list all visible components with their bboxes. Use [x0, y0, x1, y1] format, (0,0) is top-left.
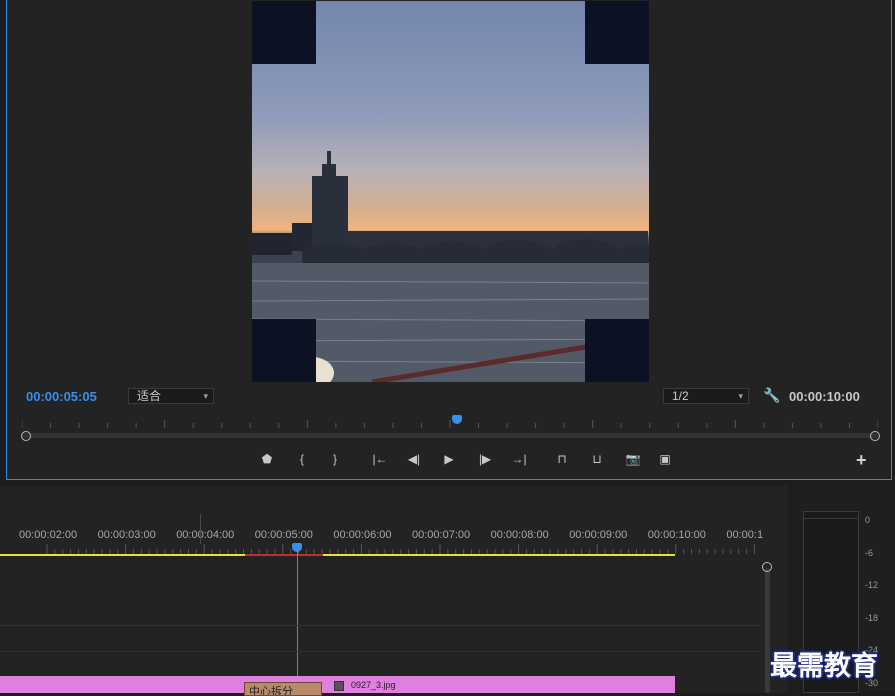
go-to-out-button[interactable]: →|: [510, 450, 528, 468]
scroll-top-handle[interactable]: [762, 562, 772, 572]
transition-crop-split[interactable]: 中心拆分: [244, 682, 322, 696]
ruler-label: 00:00:04:00: [176, 529, 235, 541]
ruler-label: 00:00:02:00: [19, 529, 78, 541]
db-scale-label: -18: [865, 612, 879, 623]
timeline-playhead-line: [297, 550, 298, 693]
mark-out-button[interactable]: }: [326, 450, 344, 468]
chevron-down-icon: ▾: [738, 391, 743, 401]
go-to-in-button[interactable]: |←: [371, 450, 389, 468]
watermark-logo: 最需教育: [770, 651, 878, 682]
ruler-label: 00:00:08:00: [490, 529, 549, 541]
step-forward-button[interactable]: |▶: [476, 450, 494, 468]
ruler-label: 00:00:07:00: [412, 529, 471, 541]
compare-view-icon: ▣: [659, 452, 671, 466]
transition-label: 中心拆分: [249, 686, 293, 696]
current-timecode[interactable]: 00:00:05:05: [26, 389, 97, 404]
peak-indicators: [803, 511, 859, 519]
crop-corner-bottom-right: [585, 319, 649, 382]
play-button[interactable]: ▶: [440, 450, 458, 468]
fx-badge-icon: [334, 681, 344, 691]
cursor-line: [200, 514, 201, 544]
go-to-in-icon: |←: [372, 452, 388, 466]
crop-corner-top-left: [252, 1, 316, 64]
mark-in-icon: {: [299, 452, 304, 466]
db-scale-label: -12: [865, 580, 879, 590]
playback-resolution-select[interactable]: 1/2 ▾: [663, 388, 749, 404]
ruler-label: 00:00:09:00: [569, 529, 628, 541]
scrub-bar[interactable]: [22, 433, 878, 438]
clip-name: 0927_3.jpg: [351, 680, 396, 690]
track-divider: [0, 625, 760, 626]
ruler-label: 00:00:05:00: [254, 529, 313, 541]
lift-button[interactable]: ⊓: [553, 450, 571, 468]
db-scale-label: -6: [865, 547, 874, 558]
ruler-label: 00:00:1: [726, 529, 764, 541]
compare-view-button[interactable]: ▣: [656, 450, 674, 468]
go-to-out-icon: →|: [511, 452, 527, 466]
render-bar: [245, 554, 323, 556]
extract-icon: ⊔: [592, 452, 602, 466]
add-marker-button[interactable]: ⬟: [258, 450, 276, 468]
step-back-button[interactable]: ◀|: [405, 450, 423, 468]
play-icon: ▶: [444, 452, 454, 466]
crop-corner-top-right: [585, 1, 649, 64]
lift-icon: ⊓: [557, 452, 567, 466]
resolution-value: 1/2: [672, 389, 689, 403]
add-marker-icon: ⬟: [261, 452, 273, 466]
mark-in-button[interactable]: {: [293, 450, 311, 468]
work-area-bar[interactable]: [0, 554, 675, 556]
mark-out-icon: }: [332, 452, 337, 466]
scrub-end-handle[interactable]: [870, 431, 880, 441]
mini-ruler: [21, 415, 879, 428]
wrench-icon[interactable]: 🔧: [763, 387, 780, 404]
step-back-icon: ◀|: [407, 452, 421, 466]
crop-corner-bottom-left: [252, 319, 316, 382]
program-monitor-panel: 00:00:05:05 适合 ▾ 1/2 ▾ 🔧 00:00:10:00 ⬟ {}…: [6, 0, 892, 480]
add-control-button[interactable]: +: [856, 450, 867, 471]
video-preview[interactable]: [252, 1, 649, 382]
chevron-down-icon: ▾: [203, 391, 208, 401]
scrub-start-handle[interactable]: [21, 431, 31, 441]
timeline-panel: 00:00:02:00 00:00:03:00 00:00:04:00 00:00:0…: [0, 486, 788, 696]
ruler-label: 00:00:06:00: [333, 529, 392, 541]
ruler-label: 00:00:03:00: [97, 529, 156, 541]
fit-zoom-select[interactable]: 适合 ▾: [128, 388, 214, 404]
duration-timecode: 00:00:10:00: [789, 389, 860, 404]
db-scale-label: 0: [865, 515, 871, 525]
timeline-ruler-ticks: [46, 544, 755, 554]
track-divider: [0, 651, 760, 652]
ruler-label: 00:00:10:00: [647, 529, 706, 541]
step-forward-icon: |▶: [478, 452, 492, 466]
fit-zoom-value: 适合: [137, 389, 162, 403]
extract-button[interactable]: ⊔: [588, 450, 606, 468]
export-frame-icon: 📷: [625, 452, 641, 466]
export-frame-button[interactable]: 📷: [624, 450, 642, 468]
